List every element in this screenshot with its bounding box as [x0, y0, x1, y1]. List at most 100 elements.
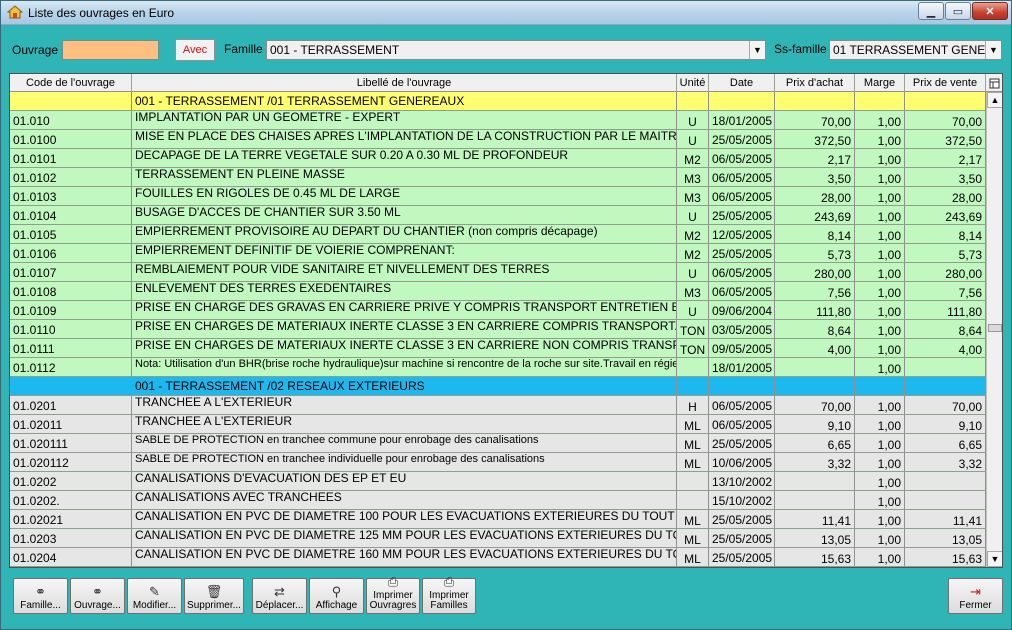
column-header-date[interactable]: Date — [709, 74, 775, 92]
marge-cell: 1,00 — [855, 548, 905, 566]
code-cell: 01.020111 — [10, 434, 132, 452]
group-header-row[interactable]: 001 - TERRASSEMENT /02 RESEAUX EXTERIEUR… — [10, 377, 986, 396]
deplacer-button[interactable]: ⇄ Déplacer... — [252, 578, 307, 614]
unite-cell: H — [677, 396, 709, 414]
group-header-row[interactable]: 001 - TERRASSEMENT /01 TERRASSEMENT GENE… — [10, 92, 986, 111]
date-cell: 09/05/2005 — [709, 339, 775, 357]
table-row[interactable]: 01.0112 Nota: Utilisation d'un BHR(brise … — [10, 358, 986, 377]
table-row[interactable]: 01.0203 CANALISATION EN PVC DE DIAMETRE 1… — [10, 529, 986, 548]
prix-vente-cell — [905, 358, 986, 376]
column-header-libelle[interactable]: Libellé de l'ouvrage — [132, 74, 677, 92]
date-cell: 06/05/2005 — [709, 396, 775, 414]
libelle-cell: TERRASSEMENT EN PLEINE MASSE — [132, 168, 677, 186]
column-header-prix-achat[interactable]: Prix d'achat — [775, 74, 855, 92]
table-row[interactable]: 01.0101 DECAPAGE DE LA TERRE VEGETALE SUR… — [10, 149, 986, 168]
marge-cell: 1,00 — [855, 206, 905, 224]
table-row[interactable]: 01.0109 PRISE EN CHARGE DES GRAVAS EN CAR… — [10, 301, 986, 320]
code-cell: 01.0201 — [10, 396, 132, 414]
scroll-down-icon[interactable]: ▼ — [987, 551, 1002, 567]
marge-cell: 1,00 — [855, 320, 905, 338]
date-cell — [709, 377, 775, 395]
ouvrage-button[interactable]: ⚭ Ouvrage... — [70, 578, 125, 614]
date-cell: 25/05/2005 — [709, 510, 775, 528]
prix-achat-cell: 3,32 — [775, 453, 855, 471]
unite-cell: M3 — [677, 187, 709, 205]
column-header-marge[interactable]: Marge — [855, 74, 905, 92]
ouvrage-input[interactable] — [62, 40, 159, 60]
table-row[interactable]: 01.02011 TRANCHEE A L'EXTERIEUR ML 06/05/20… — [10, 415, 986, 434]
famille-select[interactable]: 001 - TERRASSEMENT ▼ — [266, 40, 766, 60]
prix-vente-cell: 11,41 — [905, 510, 986, 528]
code-cell: 01.02011 — [10, 415, 132, 433]
libelle-cell: CANALISATION EN PVC DE DIAMETRE 125 MM P… — [132, 529, 677, 547]
imprimer-familles-button[interactable]: ⎙ Imprimer Familles — [422, 575, 476, 614]
table-row[interactable]: 01.0110 PRISE EN CHARGES DE MATERIAUX INE… — [10, 320, 986, 339]
unite-cell — [677, 377, 709, 395]
affichage-button[interactable]: ⚲ Affichage — [309, 578, 364, 614]
ouvrages-table[interactable]: Code de l'ouvrage Libellé de l'ouvrage U… — [9, 73, 1003, 568]
scroll-up-icon[interactable]: ▲ — [987, 92, 1002, 108]
table-row[interactable]: 01.020112 SABLE DE PROTECTION en tranchee… — [10, 453, 986, 472]
table-row[interactable]: 01.0106 EMPIERREMENT DEFINITIF DE VOIERIE… — [10, 244, 986, 263]
date-cell: 06/05/2005 — [709, 263, 775, 281]
maximize-button[interactable]: ▭ — [945, 2, 971, 20]
fermer-button[interactable]: ⇥ Fermer — [948, 578, 1003, 614]
prix-vente-cell: 280,00 — [905, 263, 986, 281]
unite-cell: U — [677, 111, 709, 129]
scroll-thumb[interactable] — [988, 324, 1002, 332]
libelle-cell: TRANCHEE A L'EXTERIEUR — [132, 396, 677, 414]
table-row[interactable]: 01.0202. CANALISATIONS AVEC TRANCHEES 15/1… — [10, 491, 986, 510]
modifier-button[interactable]: ✎ Modifier... — [127, 578, 182, 614]
code-cell: 01.010 — [10, 111, 132, 129]
table-row[interactable]: 01.0108 ENLEVEMENT DES TERRES EXEDENTAIRE… — [10, 282, 986, 301]
table-row[interactable]: 01.0202 CANALISATIONS D'EVACUATION DES EP… — [10, 472, 986, 491]
ssfamille-select-value: 01 TERRASSEMENT GENERE — [833, 43, 1002, 57]
table-row[interactable]: 01.0111 PRISE EN CHARGES DE MATERIAUX INE… — [10, 339, 986, 358]
close-button[interactable]: ✕ — [972, 2, 1008, 20]
code-cell: 01.0101 — [10, 149, 132, 167]
avec-button[interactable]: Avec — [175, 39, 215, 61]
window-title: Liste des ouvrages en Euro — [28, 6, 175, 20]
table-row[interactable]: 01.0105 EMPIERREMENT PROVISOIRE AU DEPART… — [10, 225, 986, 244]
button-label: Fermer — [959, 600, 992, 611]
ssfamille-select[interactable]: 01 TERRASSEMENT GENERE ▼ — [829, 40, 1002, 60]
code-cell: 01.0103 — [10, 187, 132, 205]
table-row[interactable]: 01.0103 FOUILLES EN RIGOLES DE 0.45 ML DE… — [10, 187, 986, 206]
imprimer-ouvrages-button[interactable]: ⎙ Imprimer Ouvragres — [366, 575, 420, 614]
chevron-down-icon[interactable]: ▼ — [985, 41, 1001, 59]
button-label: Modifier... — [132, 600, 177, 611]
famille-button[interactable]: ⚭ Famille... — [13, 578, 68, 614]
button-label: Déplacer... — [255, 600, 304, 611]
prix-achat-cell — [775, 491, 855, 509]
table-row[interactable]: 01.02021 CANALISATION EN PVC DE DIAMETRE … — [10, 510, 986, 529]
table-row[interactable]: 01.010 IMPLANTATION PAR UN GEOMETRE - EXP… — [10, 111, 986, 130]
title-bar[interactable]: Liste des ouvrages en Euro ▁ ▭ ✕ — [1, 1, 1011, 25]
table-row[interactable]: 01.0102 TERRASSEMENT EN PLEINE MASSE M3 06/… — [10, 168, 986, 187]
chevron-down-icon[interactable]: ▼ — [749, 41, 765, 59]
marge-cell: 1,00 — [855, 529, 905, 547]
prix-vente-cell: 111,80 — [905, 301, 986, 319]
table-row[interactable]: 01.0204 CANALISATION EN PVC DE DIAMETRE 1… — [10, 548, 986, 567]
unite-cell: M2 — [677, 149, 709, 167]
libelle-cell: CANALISATIONS AVEC TRANCHEES — [132, 491, 677, 509]
libelle-cell: IMPLANTATION PAR UN GEOMETRE - EXPERT — [132, 111, 677, 129]
minimize-button[interactable]: ▁ — [918, 2, 944, 20]
date-cell: 06/05/2005 — [709, 282, 775, 300]
marge-cell: 1,00 — [855, 358, 905, 376]
column-chooser-icon[interactable] — [986, 74, 1002, 92]
table-row[interactable]: 01.0100 MISE EN PLACE DES CHAISES APRES L… — [10, 130, 986, 149]
code-cell: 01.0100 — [10, 130, 132, 148]
table-row[interactable]: 01.0104 BUSAGE D'ACCES DE CHANTIER SUR 3.… — [10, 206, 986, 225]
binoculars-icon: ⚭ — [92, 584, 103, 599]
supprimer-button[interactable]: 🗑 Supprimer... — [184, 578, 244, 614]
vertical-scrollbar[interactable]: ▲ ▼ — [986, 92, 1002, 567]
column-header-prix-vente[interactable]: Prix de vente — [905, 74, 986, 92]
ssfamille-label: Ss-famille — [774, 42, 827, 56]
table-row[interactable]: 01.020111 SABLE DE PROTECTION en tranchee… — [10, 434, 986, 453]
table-row[interactable]: 01.0201 TRANCHEE A L'EXTERIEUR H 06/05/2005… — [10, 396, 986, 415]
column-header-unite[interactable]: Unité — [677, 74, 709, 92]
column-header-code[interactable]: Code de l'ouvrage — [10, 74, 132, 92]
table-row[interactable]: 01.0107 REMBLAIEMENT POUR VIDE SANITAIRE … — [10, 263, 986, 282]
marge-cell: 1,00 — [855, 149, 905, 167]
unite-cell: M2 — [677, 244, 709, 262]
